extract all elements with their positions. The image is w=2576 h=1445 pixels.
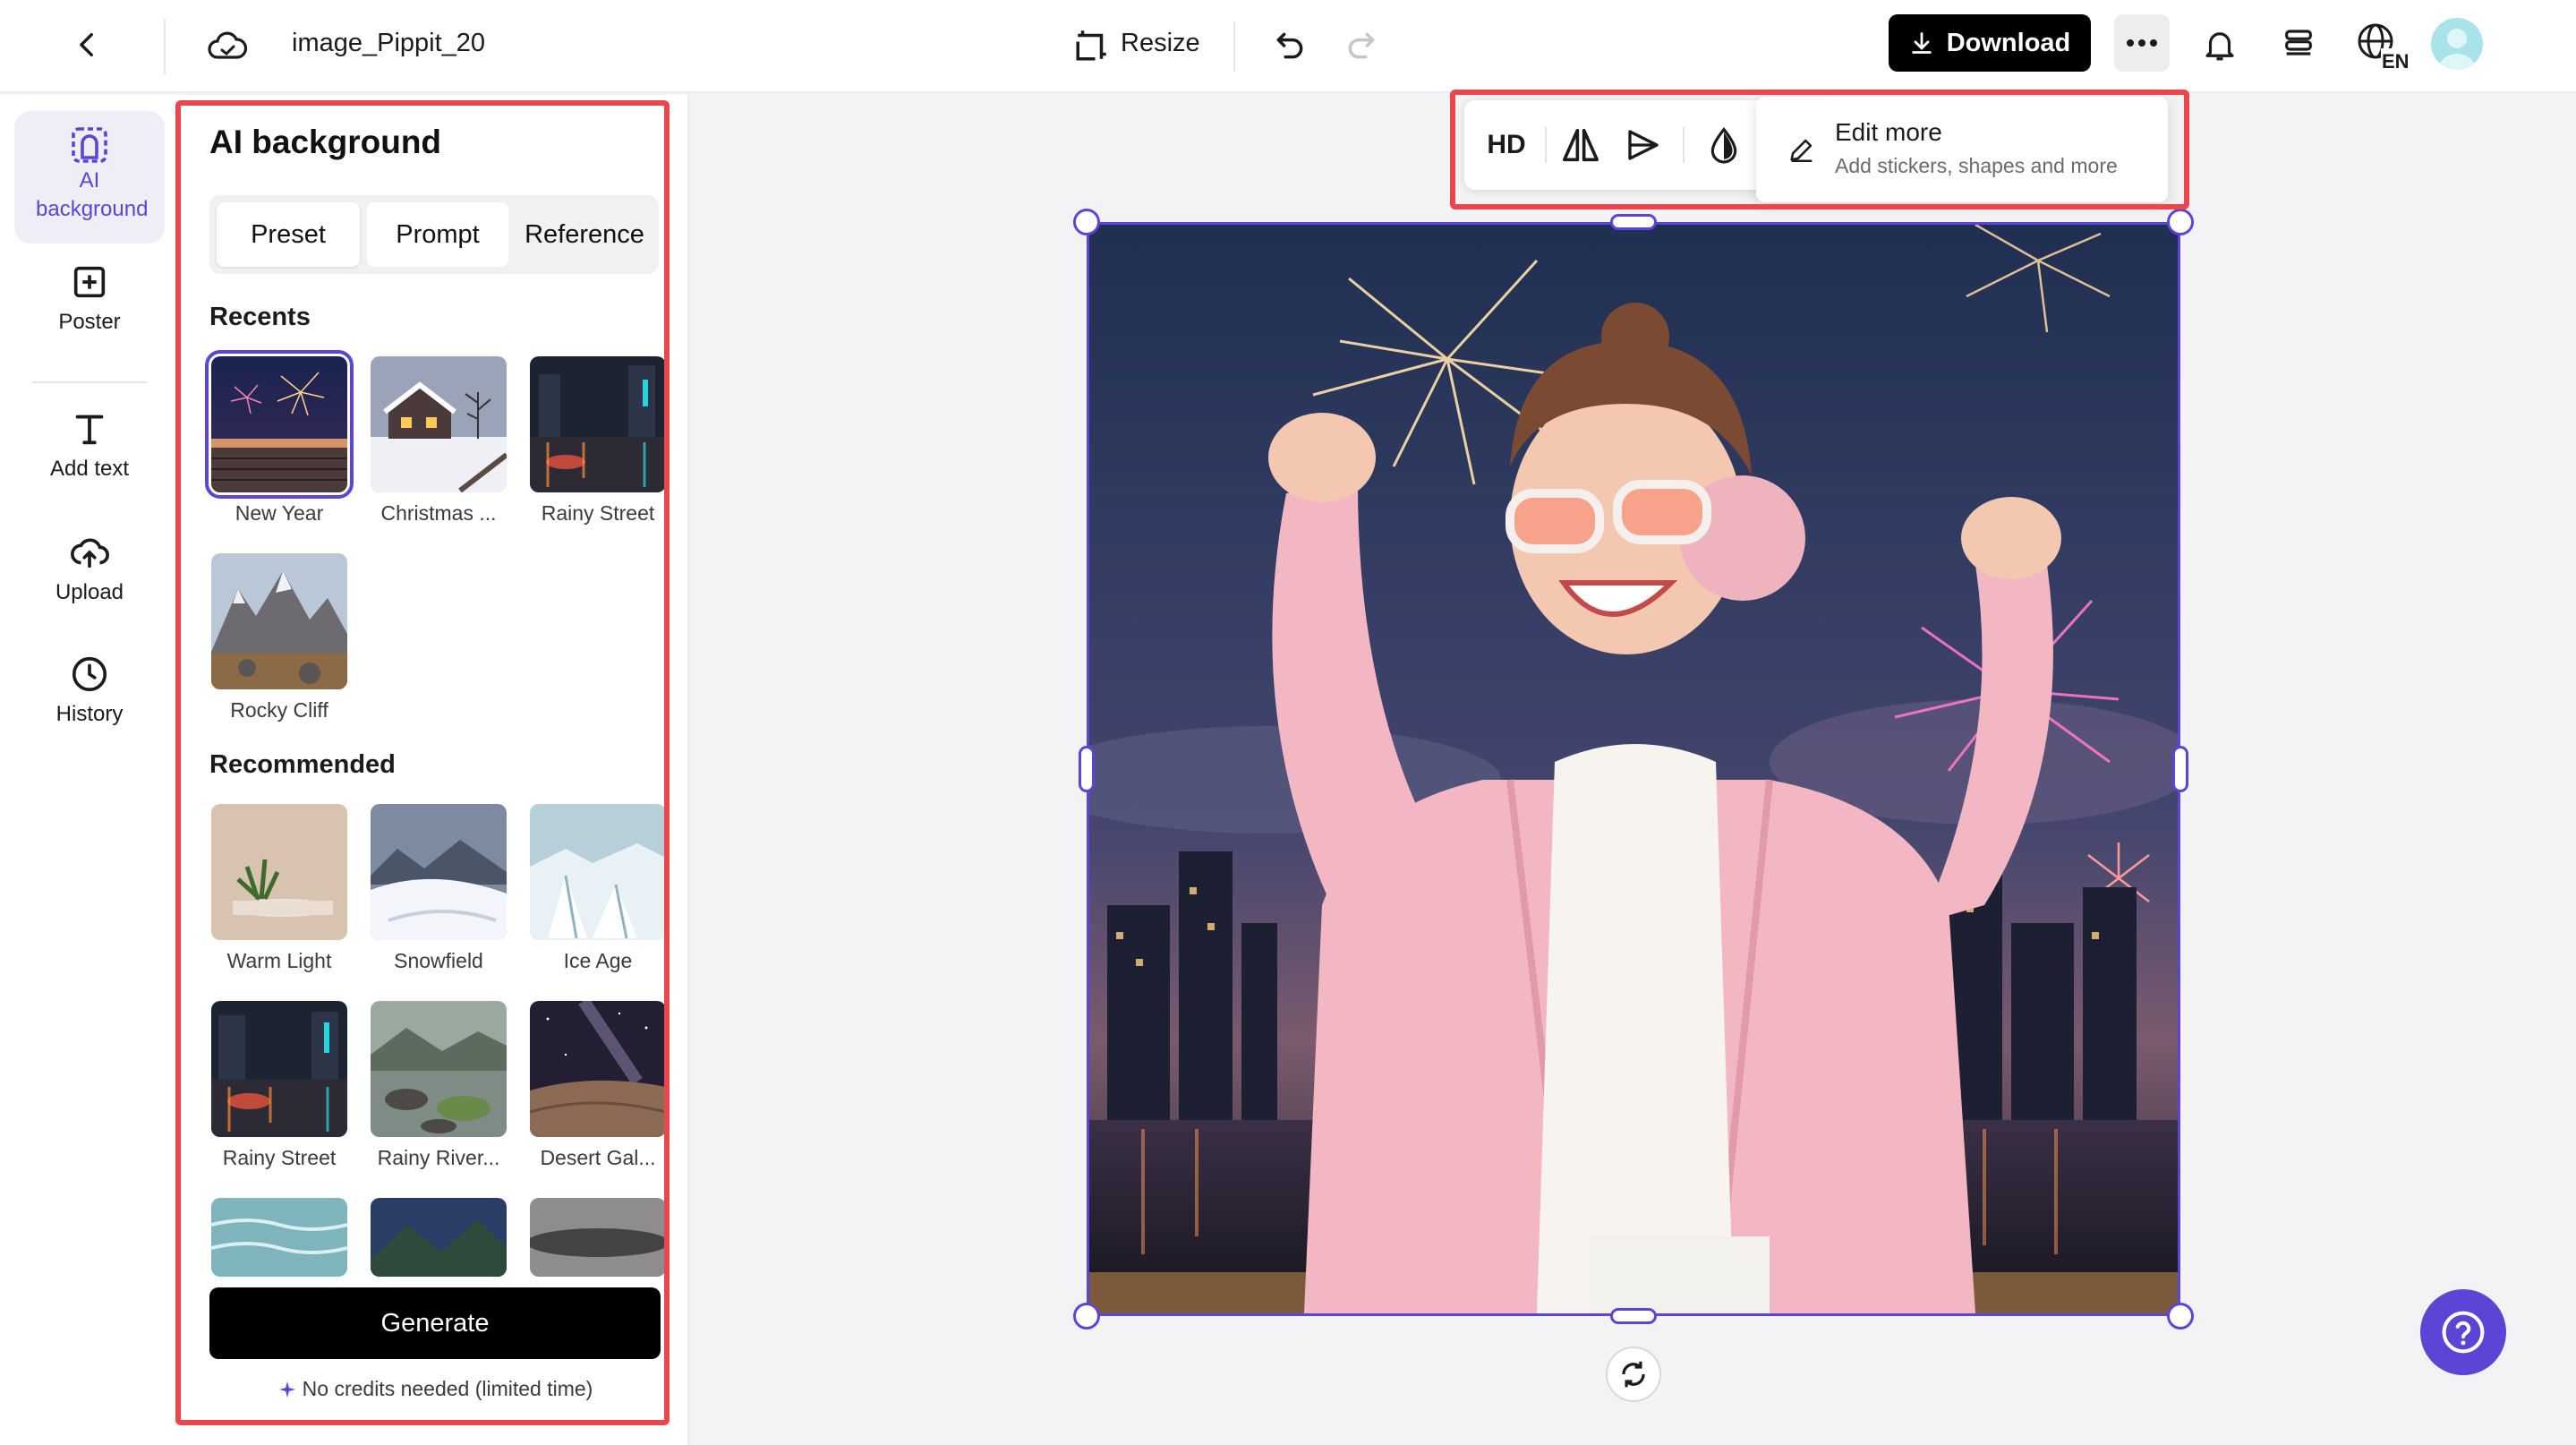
rail-item-label: History	[55, 702, 124, 726]
left-rail: AI background Poster Add text Upload His…	[0, 95, 179, 1445]
preset-label: Rainy Street	[541, 501, 655, 525]
rail-item-poster[interactable]: Poster	[14, 261, 165, 351]
resize-handle-left[interactable]	[1079, 746, 1095, 792]
preset-thumb-rainy-street-2[interactable]	[211, 1001, 347, 1137]
divider	[1545, 127, 1547, 163]
generate-button[interactable]: Generate	[209, 1287, 661, 1359]
rail-item-upload[interactable]: Upload	[14, 532, 165, 621]
ellipsis-icon	[2127, 39, 2157, 47]
undo-icon[interactable]	[1267, 23, 1312, 68]
preset-label: Warm Light	[226, 949, 332, 972]
file-name[interactable]: image_Pippit_20	[292, 29, 485, 58]
flip-icon[interactable]	[1559, 124, 1602, 167]
user-avatar[interactable]	[2431, 18, 2483, 70]
resize-handle-right[interactable]	[2172, 746, 2188, 792]
mode-tabs: Preset Prompt Reference	[209, 195, 659, 274]
rail-item-label: Add text	[49, 457, 130, 481]
layers-stack-icon[interactable]	[2273, 20, 2324, 70]
rail-item-ai-background[interactable]: AI background	[14, 111, 165, 244]
preset-label: Ice Age	[563, 949, 633, 972]
rail-item-label: AI background	[36, 168, 149, 221]
tab-prompt[interactable]: Prompt	[367, 202, 508, 267]
panel-title: AI background	[209, 124, 442, 160]
opacity-drop-icon[interactable]	[1702, 124, 1745, 167]
resize-handle-top[interactable]	[1610, 214, 1657, 230]
resize-icon[interactable]	[1070, 23, 1113, 66]
preset-thumb-mountain-night[interactable]	[371, 1198, 507, 1277]
language-globe-icon[interactable]: EN	[2352, 18, 2410, 72]
rotate-icon	[1622, 1361, 1645, 1388]
divider	[164, 20, 166, 73]
ai-background-panel: AI background Preset Prompt Reference Re…	[179, 95, 689, 1445]
preset-label: Christmas ...	[380, 501, 497, 525]
history-icon	[69, 654, 110, 695]
resize-handle-top-left[interactable]	[1073, 209, 1100, 235]
preset-thumb-rainy-street[interactable]	[530, 356, 666, 492]
download-icon	[1909, 30, 1934, 56]
sparkle-icon	[277, 1380, 297, 1399]
send-arrange-icon[interactable]	[1622, 124, 1665, 167]
resize-handle-bottom-right[interactable]	[2167, 1303, 2194, 1330]
edit-more-menu-item[interactable]: Edit more Add stickers, shapes and more	[1756, 97, 2168, 202]
edit-pencil-icon	[1787, 134, 1817, 165]
question-icon	[2442, 1311, 2485, 1354]
preset-label: Rocky Cliff	[230, 698, 328, 722]
text-icon	[69, 408, 110, 449]
tab-preset[interactable]: Preset	[217, 202, 360, 267]
rail-item-history[interactable]: History	[14, 654, 165, 743]
divider	[1233, 21, 1235, 72]
rotate-button[interactable]	[1606, 1347, 1661, 1402]
preset-label: Snowfield	[394, 949, 483, 972]
preset-label: Desert Gal...	[540, 1146, 656, 1169]
bell-icon[interactable]	[2195, 20, 2245, 70]
canvas-image[interactable]	[1087, 222, 2180, 1316]
upload-icon	[68, 532, 111, 573]
preset-thumb-ice-age[interactable]	[530, 804, 666, 940]
recommended-heading: Recommended	[209, 750, 396, 779]
rail-item-add-text[interactable]: Add text	[14, 408, 165, 498]
edit-more-title: Edit more	[1835, 118, 1942, 146]
recents-heading: Recents	[209, 303, 311, 331]
download-label: Download	[1946, 28, 2071, 57]
preset-label: Rainy Street	[222, 1146, 337, 1169]
preset-thumb-clouds[interactable]	[530, 1198, 666, 1277]
resize-handle-bottom-left[interactable]	[1073, 1303, 1100, 1330]
divider	[1683, 127, 1685, 163]
preset-label: Rainy River...	[377, 1146, 500, 1169]
resize-handle-bottom[interactable]	[1610, 1308, 1657, 1324]
rail-item-label: Upload	[55, 580, 124, 604]
redo-icon[interactable]	[1339, 23, 1384, 68]
preset-thumb-christmas[interactable]	[371, 356, 507, 492]
download-button[interactable]: Download	[1889, 14, 2091, 72]
preset-thumb-rainy-river[interactable]	[371, 1001, 507, 1137]
divider	[32, 381, 147, 383]
poster-icon	[69, 261, 110, 303]
edit-more-subtitle: Add stickers, shapes and more	[1835, 154, 2118, 177]
preset-thumb-desert-galaxy[interactable]	[530, 1001, 666, 1137]
top-bar: image_Pippit_20 Resize Download EN	[0, 0, 2576, 93]
resize-button[interactable]: Resize	[1121, 29, 1200, 58]
credits-note-text: No credits needed (limited time)	[302, 1377, 593, 1400]
preset-thumb-snowfield[interactable]	[371, 804, 507, 940]
tab-reference[interactable]: Reference	[514, 202, 655, 267]
more-options-button[interactable]	[2114, 14, 2170, 72]
resize-handle-top-right[interactable]	[2167, 209, 2194, 235]
help-button[interactable]	[2420, 1289, 2506, 1375]
preset-thumb-water[interactable]	[211, 1198, 347, 1277]
hd-button[interactable]: HD	[1475, 124, 1538, 167]
rail-item-label: Poster	[58, 310, 121, 334]
preset-thumb-warm-light[interactable]	[211, 804, 347, 940]
preset-thumb-rocky-cliff[interactable]	[211, 553, 347, 689]
preset-thumb-new-year[interactable]	[205, 350, 354, 499]
credits-note: No credits needed (limited time)	[209, 1377, 661, 1401]
back-arrow-icon[interactable]	[64, 21, 111, 68]
ai-background-icon	[68, 124, 111, 167]
svg-text:EN: EN	[2382, 50, 2408, 70]
cloud-sync-icon[interactable]	[202, 21, 252, 72]
preset-label: New Year	[235, 501, 324, 525]
